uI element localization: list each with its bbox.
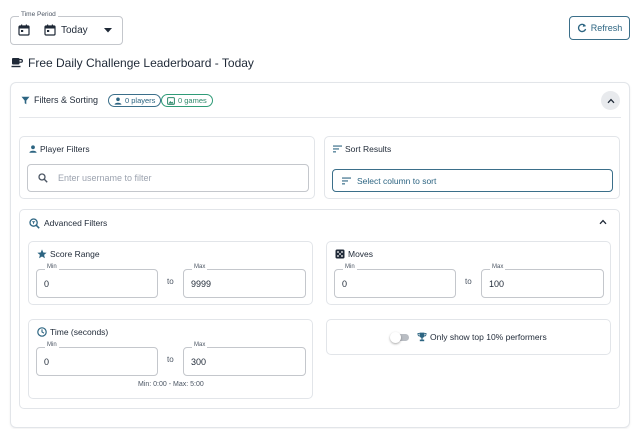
chevron-up-icon [607, 98, 615, 104]
score-to-label: to [167, 277, 174, 286]
sort-button-label: Select column to sort [357, 175, 437, 186]
select-sort-column-button[interactable]: Select column to sort [332, 169, 613, 192]
collapse-filters-button[interactable] [601, 91, 620, 110]
page-title: Free Daily Challenge Leaderboard - Today [28, 56, 254, 70]
advanced-filters-title: Advanced Filters [44, 218, 108, 228]
dice-icon [335, 249, 345, 259]
person-icon [114, 97, 122, 105]
filter-icon [21, 96, 30, 105]
players-count-chip: 0 players [108, 94, 162, 107]
score-max-input[interactable] [191, 274, 291, 294]
search-icon [38, 173, 48, 183]
sort-icon [342, 177, 351, 185]
calendar-icon [18, 24, 30, 36]
time-period-label: Time Period [19, 11, 58, 18]
refresh-button[interactable]: Refresh [569, 16, 630, 40]
moves-min-input[interactable] [342, 274, 442, 294]
toggle-thumb[interactable] [390, 332, 401, 343]
trophy-icon [417, 332, 427, 342]
moves-to-label: to [465, 277, 472, 286]
chevron-down-icon[interactable] [104, 28, 112, 33]
clock-icon [37, 327, 47, 337]
time-range-hint: Min: 0:00 - Max: 5:00 [138, 381, 204, 388]
refresh-icon [577, 23, 587, 33]
person-icon [29, 145, 37, 153]
time-max-label: Max [192, 342, 208, 348]
moves-max-label: Max [490, 264, 506, 270]
filters-title: Filters & Sorting [34, 95, 99, 105]
moves-min-label: Min [343, 264, 357, 270]
divider [19, 117, 621, 118]
time-period-value[interactable]: Today [61, 25, 88, 36]
sort-icon [333, 145, 342, 153]
coffee-icon [11, 57, 23, 68]
player-filters-title: Player Filters [40, 144, 90, 154]
calendar-icon [44, 24, 56, 36]
time-min-label: Min [45, 342, 59, 348]
score-min-label: Min [45, 264, 59, 270]
time-title: Time (seconds) [50, 327, 109, 337]
moves-max-input[interactable] [489, 274, 589, 294]
players-count: 0 players [125, 96, 156, 105]
games-count: 0 games [178, 96, 207, 105]
image-icon [167, 96, 175, 105]
search-filter-icon [29, 218, 40, 229]
chevron-up-icon[interactable] [599, 219, 607, 225]
score-min-input[interactable] [44, 274, 144, 294]
star-icon [37, 249, 47, 259]
score-range-title: Score Range [50, 249, 100, 259]
sort-results-title: Sort Results [345, 144, 392, 154]
refresh-label: Refresh [590, 23, 623, 33]
games-count-chip: 0 games [161, 94, 213, 107]
score-max-label: Max [192, 264, 208, 270]
top-performers-label: Only show top 10% performers [430, 332, 547, 342]
search-input[interactable] [58, 165, 298, 191]
time-min-input[interactable] [44, 352, 144, 372]
time-to-label: to [167, 355, 174, 364]
moves-title: Moves [348, 249, 374, 259]
time-max-input[interactable] [191, 352, 291, 372]
